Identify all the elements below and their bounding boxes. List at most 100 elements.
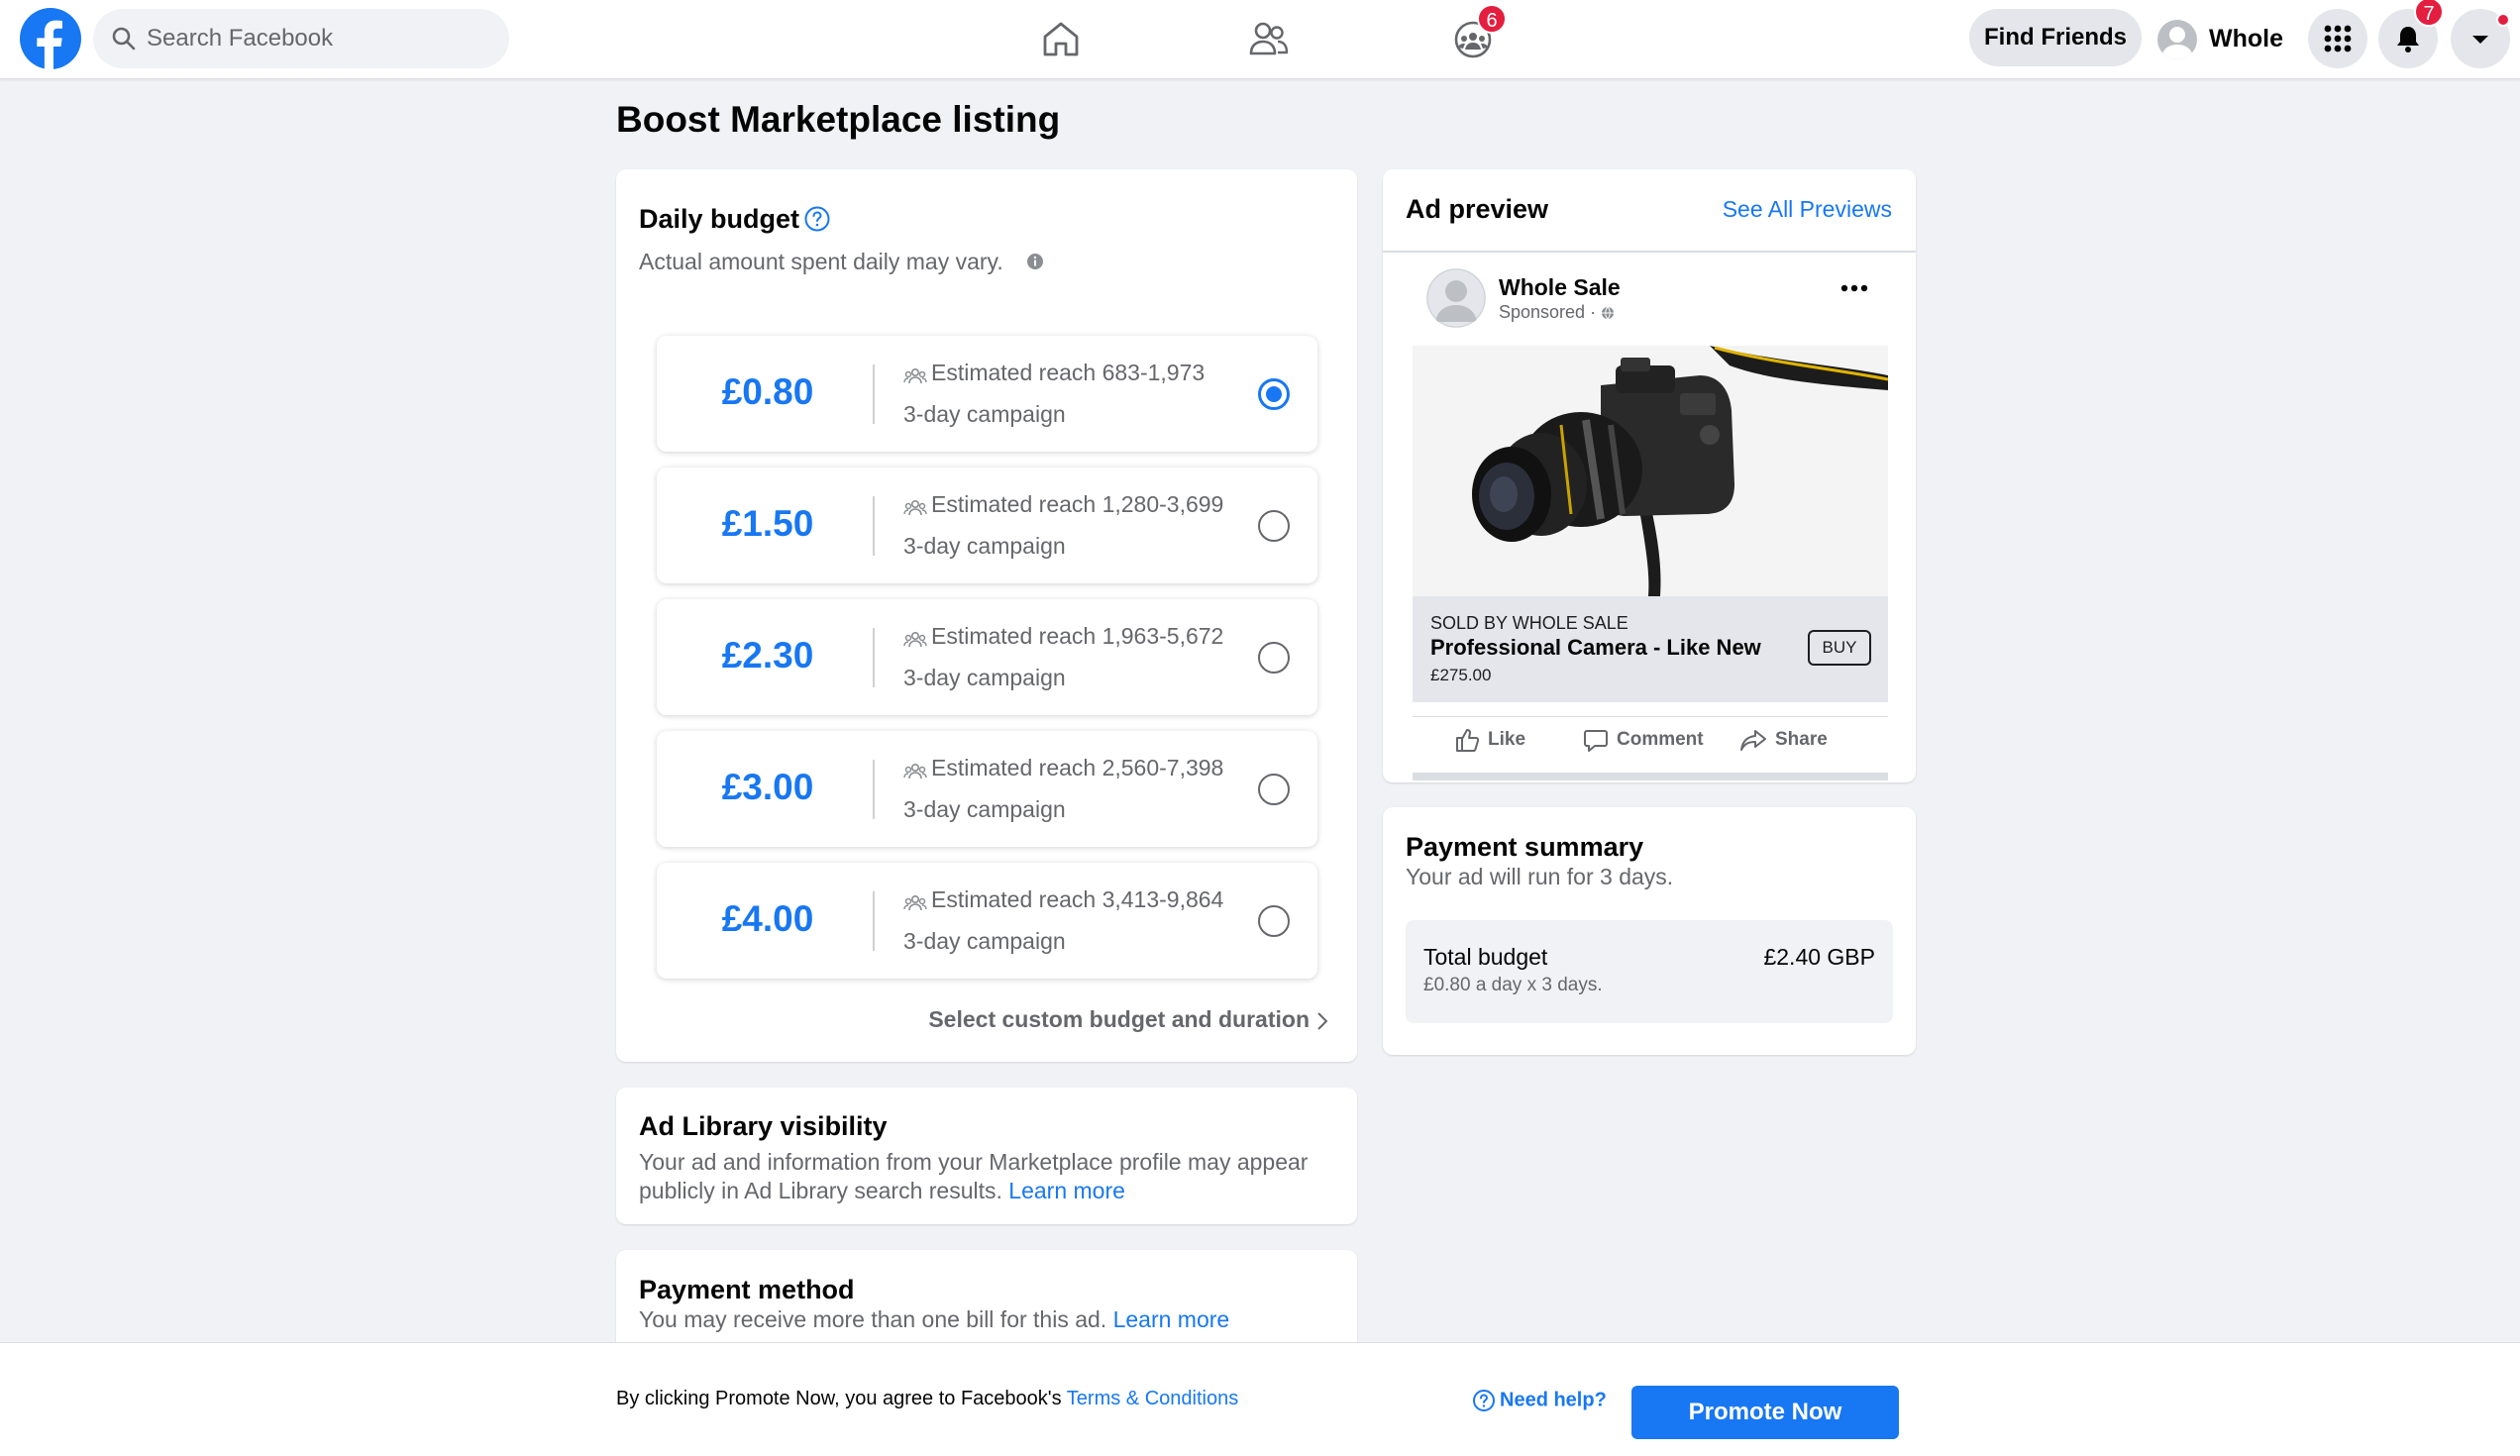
share-label: Share	[1775, 729, 1828, 751]
budget-option-reach: Estimated reach 1,963-5,672	[931, 623, 1224, 649]
camera-icon	[1413, 346, 1888, 596]
help-icon	[1473, 1390, 1495, 1411]
budget-option[interactable]: £3.00 Estimated reach 2,560-7,398 3-day …	[657, 731, 1317, 847]
preview-scroll-edge	[1413, 773, 1888, 780]
page-avatar	[1426, 268, 1486, 328]
account-alert-dot	[2496, 13, 2510, 27]
custom-budget-label: Select custom budget and duration	[928, 1006, 1310, 1032]
search-bar[interactable]	[93, 9, 509, 68]
like-label: Like	[1488, 729, 1526, 751]
budget-option[interactable]: £2.30 Estimated reach 1,963-5,672 3-day …	[657, 599, 1317, 715]
daily-budget-subtitle: Actual amount spent daily may vary.	[639, 249, 1003, 274]
payment-method-text: You may receive more than one bill for t…	[639, 1306, 1107, 1332]
info-icon[interactable]	[1026, 253, 1044, 270]
groups-tab[interactable]: 6	[1445, 4, 1507, 63]
buy-button[interactable]: BUY	[1808, 630, 1871, 666]
top-navigation-bar: 6 Find Friends Whole 7	[0, 0, 2520, 79]
ad-preview-title: Ad preview	[1406, 194, 1549, 224]
budget-option-price: £4.00	[721, 898, 814, 939]
divider	[873, 628, 875, 687]
budget-option-reach: Estimated reach 3,413-9,864	[931, 886, 1224, 912]
divider	[873, 364, 875, 424]
payment-method-learn-more-link[interactable]: Learn more	[1113, 1306, 1230, 1332]
budget-option-price: £2.30	[721, 635, 814, 676]
home-tab[interactable]	[1034, 14, 1088, 63]
budget-option-radio[interactable]	[1258, 774, 1290, 805]
budget-option-radio[interactable]	[1258, 642, 1290, 674]
payment-summary-title: Payment summary	[1406, 832, 1644, 862]
custom-budget-link[interactable]: Select custom budget and duration	[928, 1006, 1329, 1033]
audience-icon	[903, 894, 927, 911]
budget-option[interactable]: £4.00 Estimated reach 3,413-9,864 3-day …	[657, 863, 1317, 979]
budget-option-radio[interactable]	[1258, 905, 1290, 937]
ad-library-title: Ad Library visibility	[639, 1111, 888, 1141]
globe-icon	[1602, 306, 1615, 320]
budget-option-reach: Estimated reach 683-1,973	[931, 360, 1206, 385]
bell-icon	[2397, 27, 2419, 52]
menu-button[interactable]	[2308, 9, 2367, 68]
caret-down-icon	[2472, 36, 2488, 44]
see-all-previews-link[interactable]: See All Previews	[1723, 196, 1892, 223]
need-help-label: Need help?	[1500, 1389, 1607, 1411]
account-menu-button[interactable]	[2451, 9, 2510, 68]
notifications-badge: 7	[2414, 0, 2444, 27]
divider	[873, 891, 875, 951]
product-info-bar: SOLD BY WHOLE SALE Professional Camera -…	[1413, 596, 1888, 702]
sold-by-label: SOLD BY WHOLE SALE	[1430, 613, 1628, 633]
daily-budget-title: Daily budget	[639, 204, 800, 234]
budget-option-duration: 3-day campaign	[903, 533, 1066, 559]
budget-option-price: £3.00	[721, 767, 814, 807]
comment-button[interactable]: Comment	[1583, 727, 1704, 753]
payment-summary-card: Payment summary Your ad will run for 3 d…	[1383, 807, 1916, 1055]
chevron-right-icon	[1317, 1012, 1328, 1030]
budget-option-price: £1.50	[721, 503, 814, 544]
payment-summary-subtitle: Your ad will run for 3 days.	[1406, 864, 1674, 889]
sponsored-text: Sponsored ·	[1499, 302, 1597, 322]
ad-library-learn-more-link[interactable]: Learn more	[1008, 1178, 1125, 1203]
search-input[interactable]	[147, 9, 493, 68]
budget-option[interactable]: £1.50 Estimated reach 1,280-3,699 3-day …	[657, 468, 1317, 583]
terms-link[interactable]: Terms & Conditions	[1067, 1388, 1238, 1409]
ad-library-text: Your ad and information from your Market…	[639, 1149, 1309, 1203]
find-friends-button[interactable]: Find Friends	[1969, 9, 2142, 66]
profile-name: Whole	[2209, 25, 2283, 52]
facebook-logo-icon[interactable]	[20, 8, 81, 69]
budget-option[interactable]: £0.80 Estimated reach 683-1,973 3-day ca…	[657, 336, 1317, 452]
budget-option-radio-selected[interactable]	[1258, 378, 1290, 410]
page-name: Whole Sale	[1499, 274, 1621, 300]
audience-icon	[903, 499, 927, 516]
more-options-icon[interactable]	[1840, 284, 1868, 292]
profile-shortcut[interactable]: Whole	[2157, 14, 2296, 63]
ad-preview-card: Ad preview See All Previews Whole Sale S…	[1383, 169, 1916, 782]
total-budget-box: Total budget £2.40 GBP £0.80 a day x 3 d…	[1406, 920, 1893, 1023]
like-button[interactable]: Like	[1454, 727, 1525, 753]
budget-option-duration: 3-day campaign	[903, 665, 1066, 690]
terms-text: By clicking Promote Now, you agree to Fa…	[616, 1388, 1062, 1409]
notifications-button[interactable]: 7	[2378, 0, 2444, 68]
terms-notice: By clicking Promote Now, you agree to Fa…	[616, 1388, 1238, 1410]
audience-icon	[903, 367, 927, 384]
search-icon	[112, 27, 136, 51]
budget-option-duration: 3-day campaign	[903, 928, 1066, 954]
total-budget-value: £2.40 GBP	[1763, 944, 1875, 970]
need-help-link[interactable]: Need help?	[1472, 1389, 1607, 1412]
post-actions: Like Comment Share	[1413, 716, 1888, 766]
promote-now-button[interactable]: Promote Now	[1631, 1386, 1899, 1439]
total-budget-detail: £0.80 a day x 3 days.	[1423, 975, 1603, 995]
audience-icon	[903, 631, 927, 648]
ad-library-card: Ad Library visibility Your ad and inform…	[616, 1088, 1357, 1224]
budget-option-radio[interactable]	[1258, 510, 1290, 542]
home-icon	[1043, 22, 1079, 56]
product-title: Professional Camera - Like New	[1430, 635, 1761, 660]
product-image[interactable]	[1413, 346, 1888, 596]
friends-tab[interactable]	[1241, 14, 1295, 63]
groups-notification-badge: 6	[1477, 4, 1507, 34]
comment-label: Comment	[1617, 729, 1704, 751]
ad-library-description: Your ad and information from your Market…	[639, 1148, 1332, 1205]
share-button[interactable]: Share	[1739, 727, 1828, 753]
help-icon[interactable]	[803, 205, 831, 233]
share-icon	[1740, 730, 1766, 751]
divider	[873, 760, 875, 819]
friends-icon	[1249, 22, 1289, 55]
total-budget-label: Total budget	[1423, 944, 1548, 970]
